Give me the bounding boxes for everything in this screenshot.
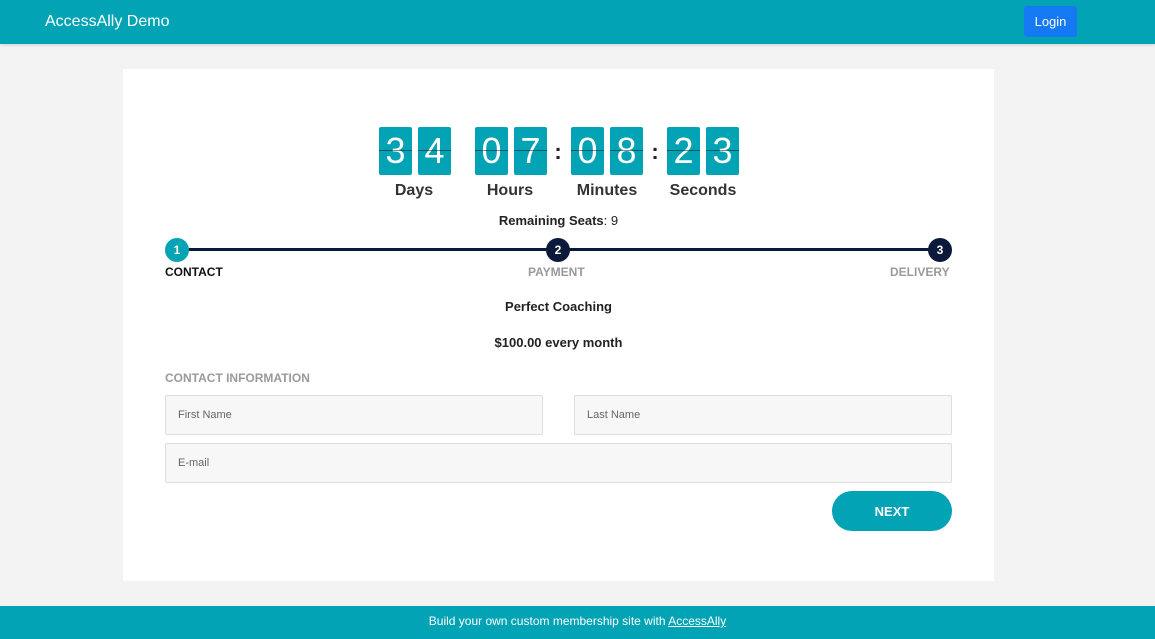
email-input[interactable] <box>165 443 952 483</box>
next-button[interactable]: NEXT <box>832 491 952 531</box>
accessally-link[interactable]: AccessAlly <box>668 614 726 628</box>
footer-bar: Build your own custom membership site wi… <box>0 606 1155 639</box>
step-label-payment: PAYMENT <box>528 265 585 279</box>
step-3-indicator: 3 <box>928 238 952 262</box>
checkout-card: 3 4 0 7 : 0 8 : 2 3 Days Hours Minutes S… <box>123 69 994 581</box>
seconds-label: Seconds <box>669 182 737 199</box>
top-nav-bar: AccessAlly Demo Login <box>0 0 1155 44</box>
last-name-input[interactable] <box>574 395 952 435</box>
login-button[interactable]: Login <box>1024 6 1077 37</box>
product-price: $100.00 every month <box>494 335 623 350</box>
step-label-delivery: DELIVERY <box>890 265 950 279</box>
first-name-input[interactable] <box>165 395 543 435</box>
countdown-separator: : <box>554 139 562 164</box>
step-1-indicator: 1 <box>165 238 189 262</box>
days-digit-1: 3 <box>379 127 412 175</box>
hours-digit-1: 0 <box>475 127 508 175</box>
remaining-seats-label: Remaining Seats <box>498 213 604 228</box>
hours-label: Hours <box>486 182 534 199</box>
step-label-contact: CONTACT <box>165 265 223 279</box>
product-name: Perfect Coaching <box>505 299 612 314</box>
remaining-seats: Remaining Seats: 9 <box>123 213 994 228</box>
contact-section-title: CONTACT INFORMATION <box>165 371 310 385</box>
hours-digit-2: 7 <box>514 127 547 175</box>
seconds-digit-2: 3 <box>706 127 739 175</box>
site-brand[interactable]: AccessAlly Demo <box>45 12 169 32</box>
days-digit-2: 4 <box>418 127 451 175</box>
minutes-label: Minutes <box>576 182 638 199</box>
seconds-digit-1: 2 <box>667 127 700 175</box>
step-2-indicator: 2 <box>546 238 570 262</box>
remaining-seats-value: : 9 <box>603 213 619 228</box>
minutes-digit-2: 8 <box>610 127 643 175</box>
countdown-separator: : <box>651 139 659 164</box>
minutes-digit-1: 0 <box>571 127 604 175</box>
days-label: Days <box>394 182 434 199</box>
footer-text: Build your own custom membership site wi… <box>428 614 669 628</box>
